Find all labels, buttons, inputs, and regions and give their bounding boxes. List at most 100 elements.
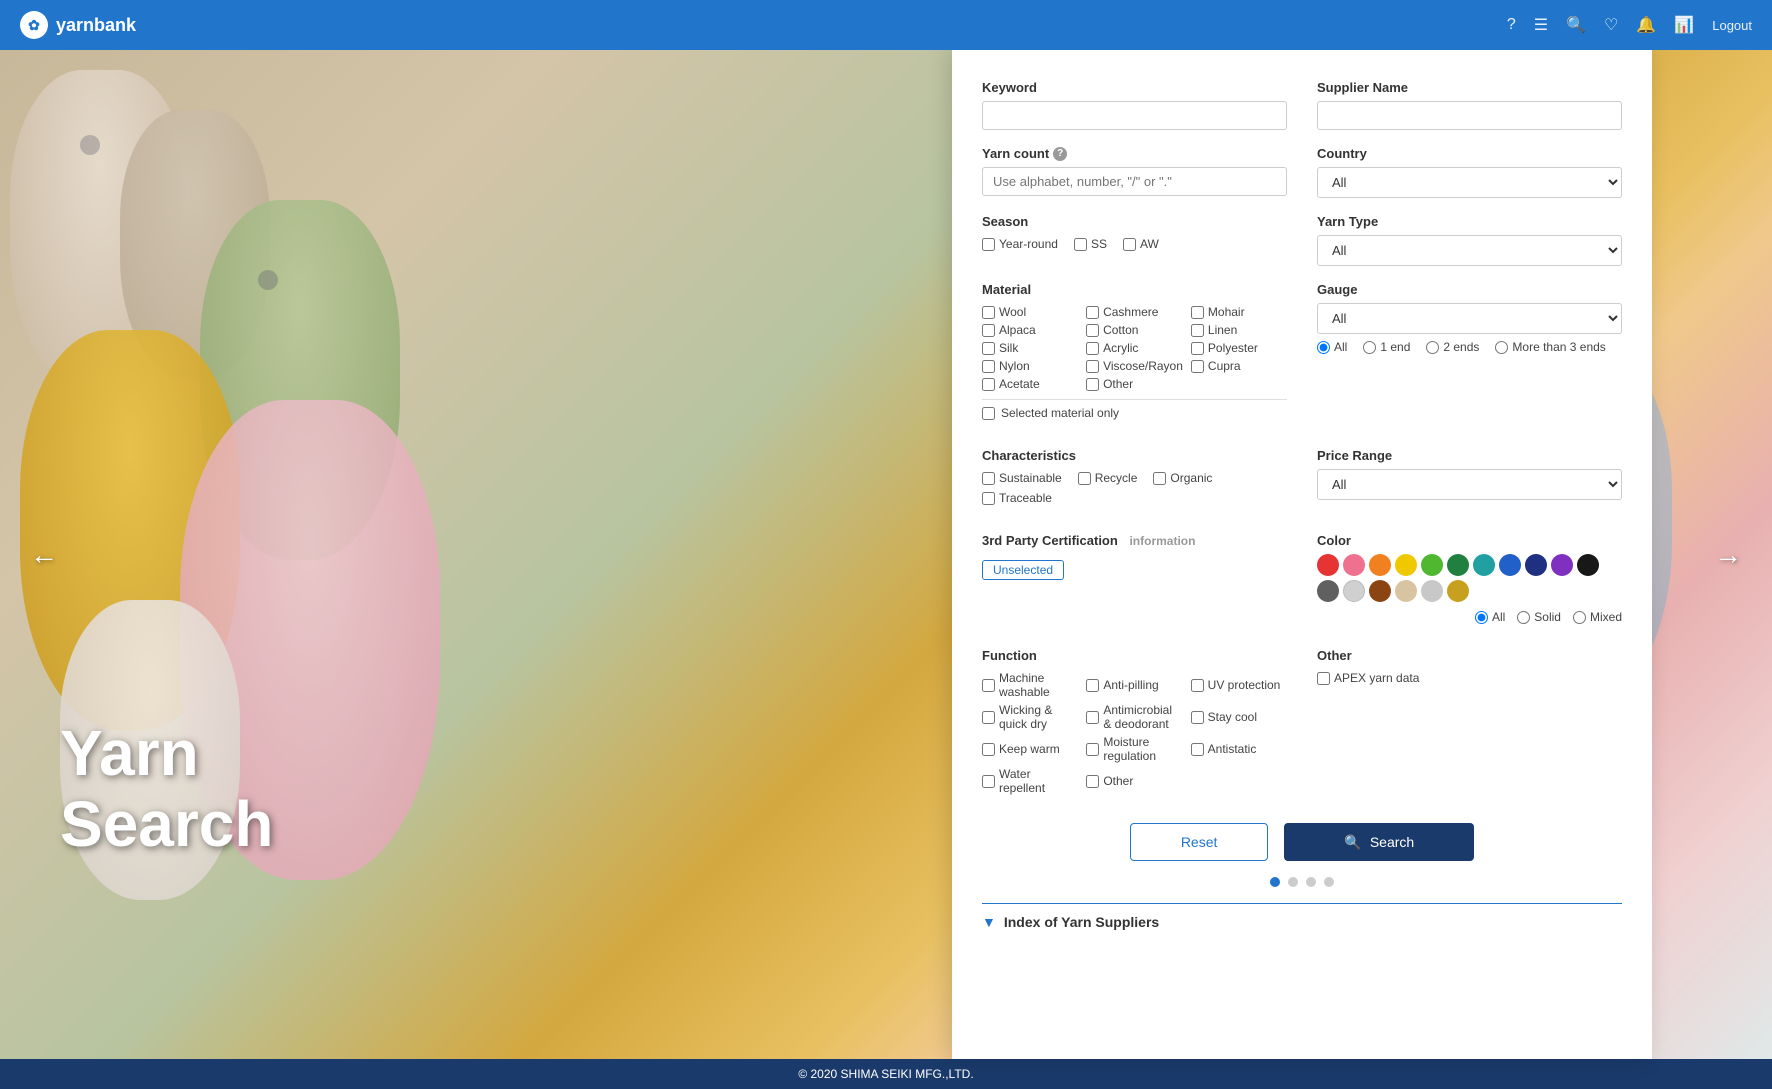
gauge-select[interactable]: All — [1317, 303, 1622, 334]
func-moisture-regulation[interactable]: Moisture regulation — [1086, 735, 1182, 763]
color-filter-mixed[interactable]: Mixed — [1573, 610, 1622, 624]
color-red[interactable] — [1317, 554, 1339, 576]
apex-yarn-checkbox[interactable] — [1317, 672, 1330, 685]
color-lime[interactable] — [1421, 554, 1443, 576]
color-black[interactable] — [1577, 554, 1599, 576]
char-sustainable[interactable]: Sustainable — [982, 471, 1062, 485]
search-panel: Keyword Supplier Name Yarn count ? — [952, 50, 1652, 1059]
char-traceable[interactable]: Traceable — [982, 491, 1052, 505]
carousel-next-button[interactable]: → — [1714, 539, 1742, 571]
color-blue[interactable] — [1499, 554, 1521, 576]
chart-icon[interactable]: 📊 — [1674, 15, 1694, 35]
favorites-icon[interactable]: ♡ — [1604, 15, 1618, 35]
color-filter-solid[interactable]: Solid — [1517, 610, 1561, 624]
characteristics-price-row: Characteristics Sustainable Recycle Orga… — [982, 448, 1622, 517]
color-silver[interactable] — [1421, 580, 1443, 602]
material-cashmere[interactable]: Cashmere — [1086, 305, 1183, 319]
dot-1[interactable] — [1270, 877, 1280, 887]
char-recycle[interactable]: Recycle — [1078, 471, 1138, 485]
search-button[interactable]: 🔍 Search — [1284, 823, 1474, 861]
index-row[interactable]: ▼ Index of Yarn Suppliers — [982, 903, 1622, 940]
func-uv-protection[interactable]: UV protection — [1191, 671, 1287, 699]
material-linen[interactable]: Linen — [1191, 323, 1287, 337]
func-other[interactable]: Other — [1086, 767, 1182, 795]
season-year-round[interactable]: Year-round — [982, 237, 1058, 251]
color-beige[interactable] — [1395, 580, 1417, 602]
color-dark-gray[interactable] — [1317, 580, 1339, 602]
selected-material-only-checkbox[interactable] — [982, 407, 995, 420]
dot-3[interactable] — [1306, 877, 1316, 887]
color-yellow[interactable] — [1395, 554, 1417, 576]
gauge-more-than-3-ends[interactable]: More than 3 ends — [1495, 340, 1605, 354]
price-range-select[interactable]: All — [1317, 469, 1622, 500]
season-ss[interactable]: SS — [1074, 237, 1107, 251]
season-aw-checkbox[interactable] — [1123, 238, 1136, 251]
logout-button[interactable]: Logout — [1712, 18, 1752, 33]
gauge-1end-radio[interactable] — [1363, 341, 1376, 354]
gauge-all[interactable]: All — [1317, 340, 1347, 354]
func-machine-washable[interactable]: Machine washable — [982, 671, 1078, 699]
keyword-input[interactable] — [982, 101, 1287, 130]
color-navy[interactable] — [1525, 554, 1547, 576]
gauge-2ends-radio[interactable] — [1426, 341, 1439, 354]
color-solid-radio[interactable] — [1517, 611, 1530, 624]
color-mixed-radio[interactable] — [1573, 611, 1586, 624]
material-acetate[interactable]: Acetate — [982, 377, 1078, 391]
yarn-count-input[interactable] — [982, 167, 1287, 196]
material-wool[interactable]: Wool — [982, 305, 1078, 319]
color-pink[interactable] — [1343, 554, 1365, 576]
func-antimicrobial-deodorant[interactable]: Antimicrobial & deodorant — [1086, 703, 1182, 731]
color-green[interactable] — [1447, 554, 1469, 576]
yarn-count-label: Yarn count ? — [982, 146, 1287, 161]
material-acrylic[interactable]: Acrylic — [1086, 341, 1183, 355]
material-alpaca[interactable]: Alpaca — [982, 323, 1078, 337]
country-select[interactable]: All — [1317, 167, 1622, 198]
material-cupra[interactable]: Cupra — [1191, 359, 1287, 373]
color-teal[interactable] — [1473, 554, 1495, 576]
reset-button[interactable]: Reset — [1130, 823, 1269, 861]
menu-icon[interactable]: ☰ — [1534, 15, 1548, 35]
material-cotton[interactable]: Cotton — [1086, 323, 1183, 337]
carousel-prev-button[interactable]: ← — [30, 539, 58, 571]
season-year-round-checkbox[interactable] — [982, 238, 995, 251]
func-anti-pilling[interactable]: Anti-pilling — [1086, 671, 1182, 699]
notifications-icon[interactable]: 🔔 — [1636, 15, 1656, 35]
apex-yarn-data[interactable]: APEX yarn data — [1317, 671, 1622, 685]
gauge-2ends[interactable]: 2 ends — [1426, 340, 1479, 354]
logo[interactable]: ✿ yarnbank — [20, 11, 136, 39]
gauge-more-3ends-radio[interactable] — [1495, 341, 1508, 354]
char-organic[interactable]: Organic — [1153, 471, 1212, 485]
supplier-name-input[interactable] — [1317, 101, 1622, 130]
color-purple[interactable] — [1551, 554, 1573, 576]
func-stay-cool[interactable]: Stay cool — [1191, 703, 1287, 731]
material-silk[interactable]: Silk — [982, 341, 1078, 355]
material-other[interactable]: Other — [1086, 377, 1183, 391]
material-mohair[interactable]: Mohair — [1191, 305, 1287, 319]
season-ss-checkbox[interactable] — [1074, 238, 1087, 251]
dot-2[interactable] — [1288, 877, 1298, 887]
dot-4[interactable] — [1324, 877, 1334, 887]
yarn-count-help-icon[interactable]: ? — [1053, 147, 1067, 161]
help-icon[interactable]: ? — [1507, 16, 1516, 34]
color-all-radio[interactable] — [1475, 611, 1488, 624]
func-wicking-quick-dry[interactable]: Wicking & quick dry — [982, 703, 1078, 731]
color-orange[interactable] — [1369, 554, 1391, 576]
search-icon[interactable]: 🔍 — [1566, 15, 1586, 35]
func-water-repellent[interactable]: Water repellent — [982, 767, 1078, 795]
func-antistatic[interactable]: Antistatic — [1191, 735, 1287, 763]
yarn-type-select[interactable]: All — [1317, 235, 1622, 266]
cert-info-link[interactable]: information — [1129, 534, 1195, 548]
cert-unselected-tag[interactable]: Unselected — [982, 560, 1064, 580]
color-brown[interactable] — [1369, 580, 1391, 602]
price-range-field: Price Range All — [1317, 448, 1622, 517]
material-nylon[interactable]: Nylon — [982, 359, 1078, 373]
color-filter-all[interactable]: All — [1475, 610, 1505, 624]
color-gold[interactable] — [1447, 580, 1469, 602]
func-keep-warm[interactable]: Keep warm — [982, 735, 1078, 763]
material-polyester[interactable]: Polyester — [1191, 341, 1287, 355]
gauge-all-radio[interactable] — [1317, 341, 1330, 354]
color-light-gray[interactable] — [1343, 580, 1365, 602]
gauge-1end[interactable]: 1 end — [1363, 340, 1410, 354]
season-aw[interactable]: AW — [1123, 237, 1159, 251]
material-viscose-rayon[interactable]: Viscose/Rayon — [1086, 359, 1183, 373]
